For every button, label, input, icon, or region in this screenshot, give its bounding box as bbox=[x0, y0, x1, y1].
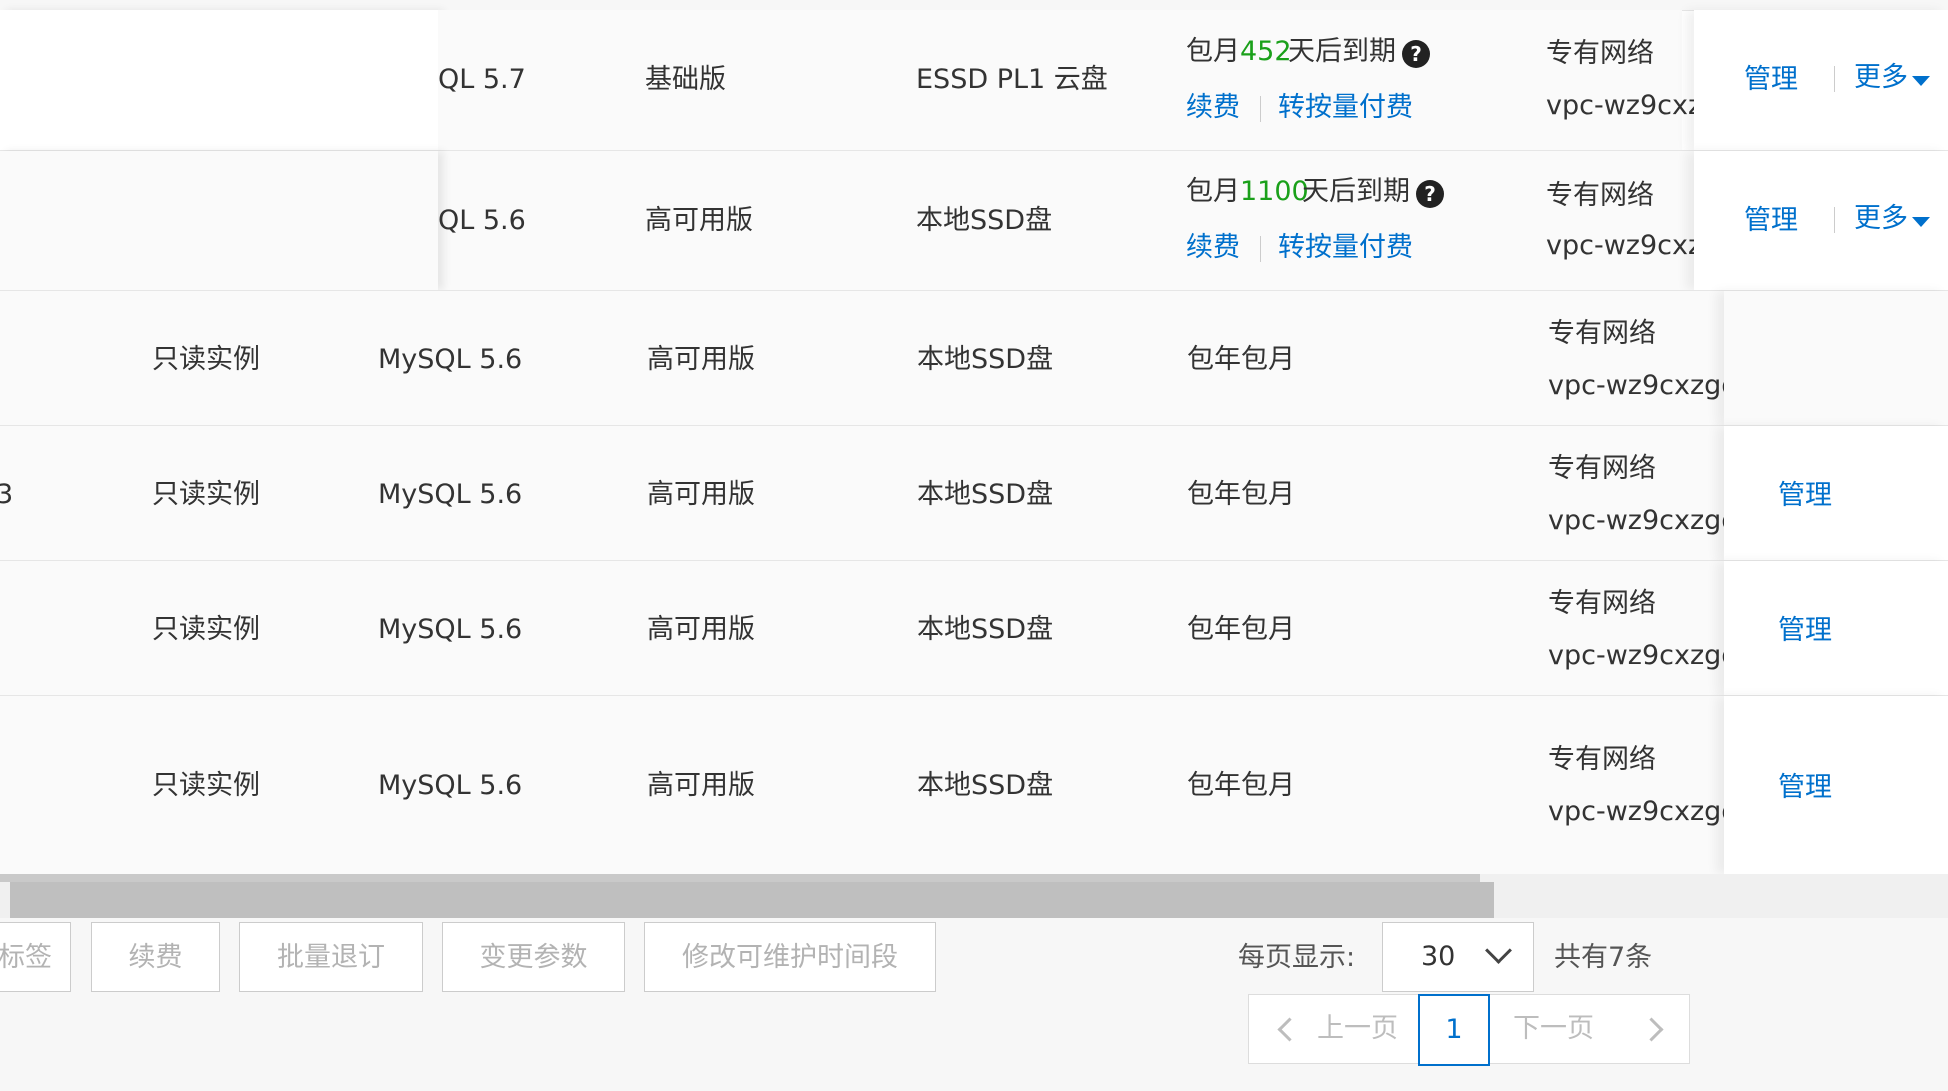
storage-cell: 本地SSD盘 bbox=[916, 205, 1053, 236]
network-type: 专有网络 bbox=[1546, 180, 1654, 211]
billing-cell: 包年包月 bbox=[1187, 344, 1295, 375]
billing-cell: 包年包月 bbox=[1187, 479, 1295, 510]
manage-link[interactable]: 管理 bbox=[1744, 205, 1798, 237]
edition-cell: 高可用版 bbox=[647, 770, 755, 801]
instance-type: 只读实例 bbox=[152, 479, 260, 510]
chevron-right-icon bbox=[1639, 1017, 1664, 1042]
scroll-indicator-line bbox=[0, 874, 1480, 882]
storage-cell: 本地SSD盘 bbox=[917, 344, 1054, 375]
sticky-actions-column bbox=[1724, 561, 1948, 695]
version-cell: MySQL 5.6 bbox=[378, 614, 523, 645]
batch-unsubscribe-button[interactable]: 批量退订 bbox=[239, 922, 423, 992]
instance-type: 只读实例 bbox=[152, 344, 260, 375]
change-params-button[interactable]: 变更参数 bbox=[442, 922, 625, 992]
manage-link[interactable]: 管理 bbox=[1778, 615, 1832, 647]
instance-id-fragment: 3 bbox=[0, 479, 14, 510]
vpc-id: vpc-wz9cxzgqr bbox=[1548, 505, 1724, 536]
billing-cell: 包年包月 bbox=[1187, 614, 1295, 645]
link-divider bbox=[1260, 96, 1261, 122]
version-cell: MySQL 5.6 bbox=[378, 770, 523, 801]
version-cell: MySQL 5.6 bbox=[378, 344, 523, 375]
sticky-actions-column bbox=[1724, 696, 1948, 874]
caret-down-icon[interactable] bbox=[1912, 76, 1930, 86]
switch-to-payg-link[interactable]: 转按量付费 bbox=[1278, 232, 1413, 264]
storage-cell: 本地SSD盘 bbox=[917, 479, 1054, 510]
renew-link[interactable]: 续费 bbox=[1186, 232, 1240, 264]
billing-cell: 包年包月 bbox=[1187, 770, 1295, 801]
action-divider bbox=[1834, 207, 1835, 233]
action-divider bbox=[1834, 66, 1835, 92]
more-link[interactable]: 更多 bbox=[1854, 62, 1908, 94]
vpc-id: vpc-wz9cxzg bbox=[1546, 230, 1694, 261]
more-link[interactable]: 更多 bbox=[1854, 203, 1908, 235]
manage-link[interactable]: 管理 bbox=[1778, 772, 1832, 804]
sticky-left-column bbox=[0, 151, 438, 290]
renew-button[interactable]: 续费 bbox=[91, 922, 220, 992]
vpc-id: vpc-wz9cxzg bbox=[1546, 90, 1694, 121]
billing-prefix: 包月 bbox=[1186, 176, 1240, 207]
link-divider bbox=[1260, 236, 1261, 262]
manage-link[interactable]: 管理 bbox=[1778, 480, 1832, 512]
billing-suffix: 天后到期 bbox=[1302, 176, 1410, 207]
switch-to-payg-link[interactable]: 转按量付费 bbox=[1278, 92, 1413, 124]
network-type: 专有网络 bbox=[1548, 744, 1656, 775]
version-cell: QL 5.7 bbox=[438, 64, 526, 95]
billing-suffix: 天后到期 bbox=[1288, 36, 1396, 67]
total-count: 共有7条 bbox=[1554, 942, 1653, 973]
billing-days: 1100 bbox=[1240, 176, 1309, 207]
edition-cell: 高可用版 bbox=[647, 344, 755, 375]
page-size-select[interactable]: 30 bbox=[1382, 922, 1534, 992]
chevron-left-icon bbox=[1277, 1017, 1302, 1042]
sticky-actions-column bbox=[1724, 426, 1948, 560]
manage-link[interactable]: 管理 bbox=[1744, 64, 1798, 96]
modify-maintenance-window-button[interactable]: 修改可维护时间段 bbox=[644, 922, 936, 992]
question-circle-icon[interactable]: ? bbox=[1416, 180, 1444, 208]
sticky-actions-column bbox=[1724, 291, 1948, 425]
tag-button[interactable]: 标签 bbox=[0, 922, 71, 992]
edition-cell: 基础版 bbox=[645, 64, 726, 95]
chevron-down-icon bbox=[1485, 937, 1512, 964]
network-type: 专有网络 bbox=[1548, 318, 1656, 349]
sticky-left-column bbox=[0, 10, 438, 150]
network-type: 专有网络 bbox=[1548, 588, 1656, 619]
sticky-actions-column bbox=[1694, 151, 1948, 290]
horizontal-scrollbar-thumb[interactable] bbox=[10, 882, 1494, 918]
per-page-label: 每页显示: bbox=[1238, 942, 1356, 973]
vpc-id: vpc-wz9cxzgqr bbox=[1548, 370, 1724, 401]
page-size-value: 30 bbox=[1421, 941, 1456, 972]
instance-type: 只读实例 bbox=[152, 770, 260, 801]
storage-cell: 本地SSD盘 bbox=[917, 770, 1054, 801]
prev-page-button[interactable]: 上一页 bbox=[1317, 995, 1398, 1063]
vpc-id: vpc-wz9cxzgqr bbox=[1548, 640, 1724, 671]
billing-prefix: 包月 bbox=[1186, 36, 1240, 67]
version-cell: MySQL 5.6 bbox=[378, 479, 523, 510]
storage-cell: ESSD PL1 云盘 bbox=[916, 64, 1108, 95]
next-page-button[interactable]: 下一页 bbox=[1513, 995, 1594, 1063]
sticky-actions-column bbox=[1694, 10, 1948, 150]
caret-down-icon[interactable] bbox=[1912, 217, 1930, 227]
edition-cell: 高可用版 bbox=[645, 205, 753, 236]
page-number-current[interactable]: 1 bbox=[1418, 994, 1490, 1066]
billing-days: 452 bbox=[1240, 36, 1292, 67]
renew-link[interactable]: 续费 bbox=[1186, 92, 1240, 124]
question-circle-icon[interactable]: ? bbox=[1402, 40, 1430, 68]
version-cell: QL 5.6 bbox=[438, 205, 526, 236]
vpc-id: vpc-wz9cxzgqr bbox=[1548, 796, 1724, 827]
storage-cell: 本地SSD盘 bbox=[917, 614, 1054, 645]
instance-type: 只读实例 bbox=[152, 614, 260, 645]
network-type: 专有网络 bbox=[1548, 453, 1656, 484]
network-type: 专有网络 bbox=[1546, 38, 1654, 69]
edition-cell: 高可用版 bbox=[647, 614, 755, 645]
edition-cell: 高可用版 bbox=[647, 479, 755, 510]
